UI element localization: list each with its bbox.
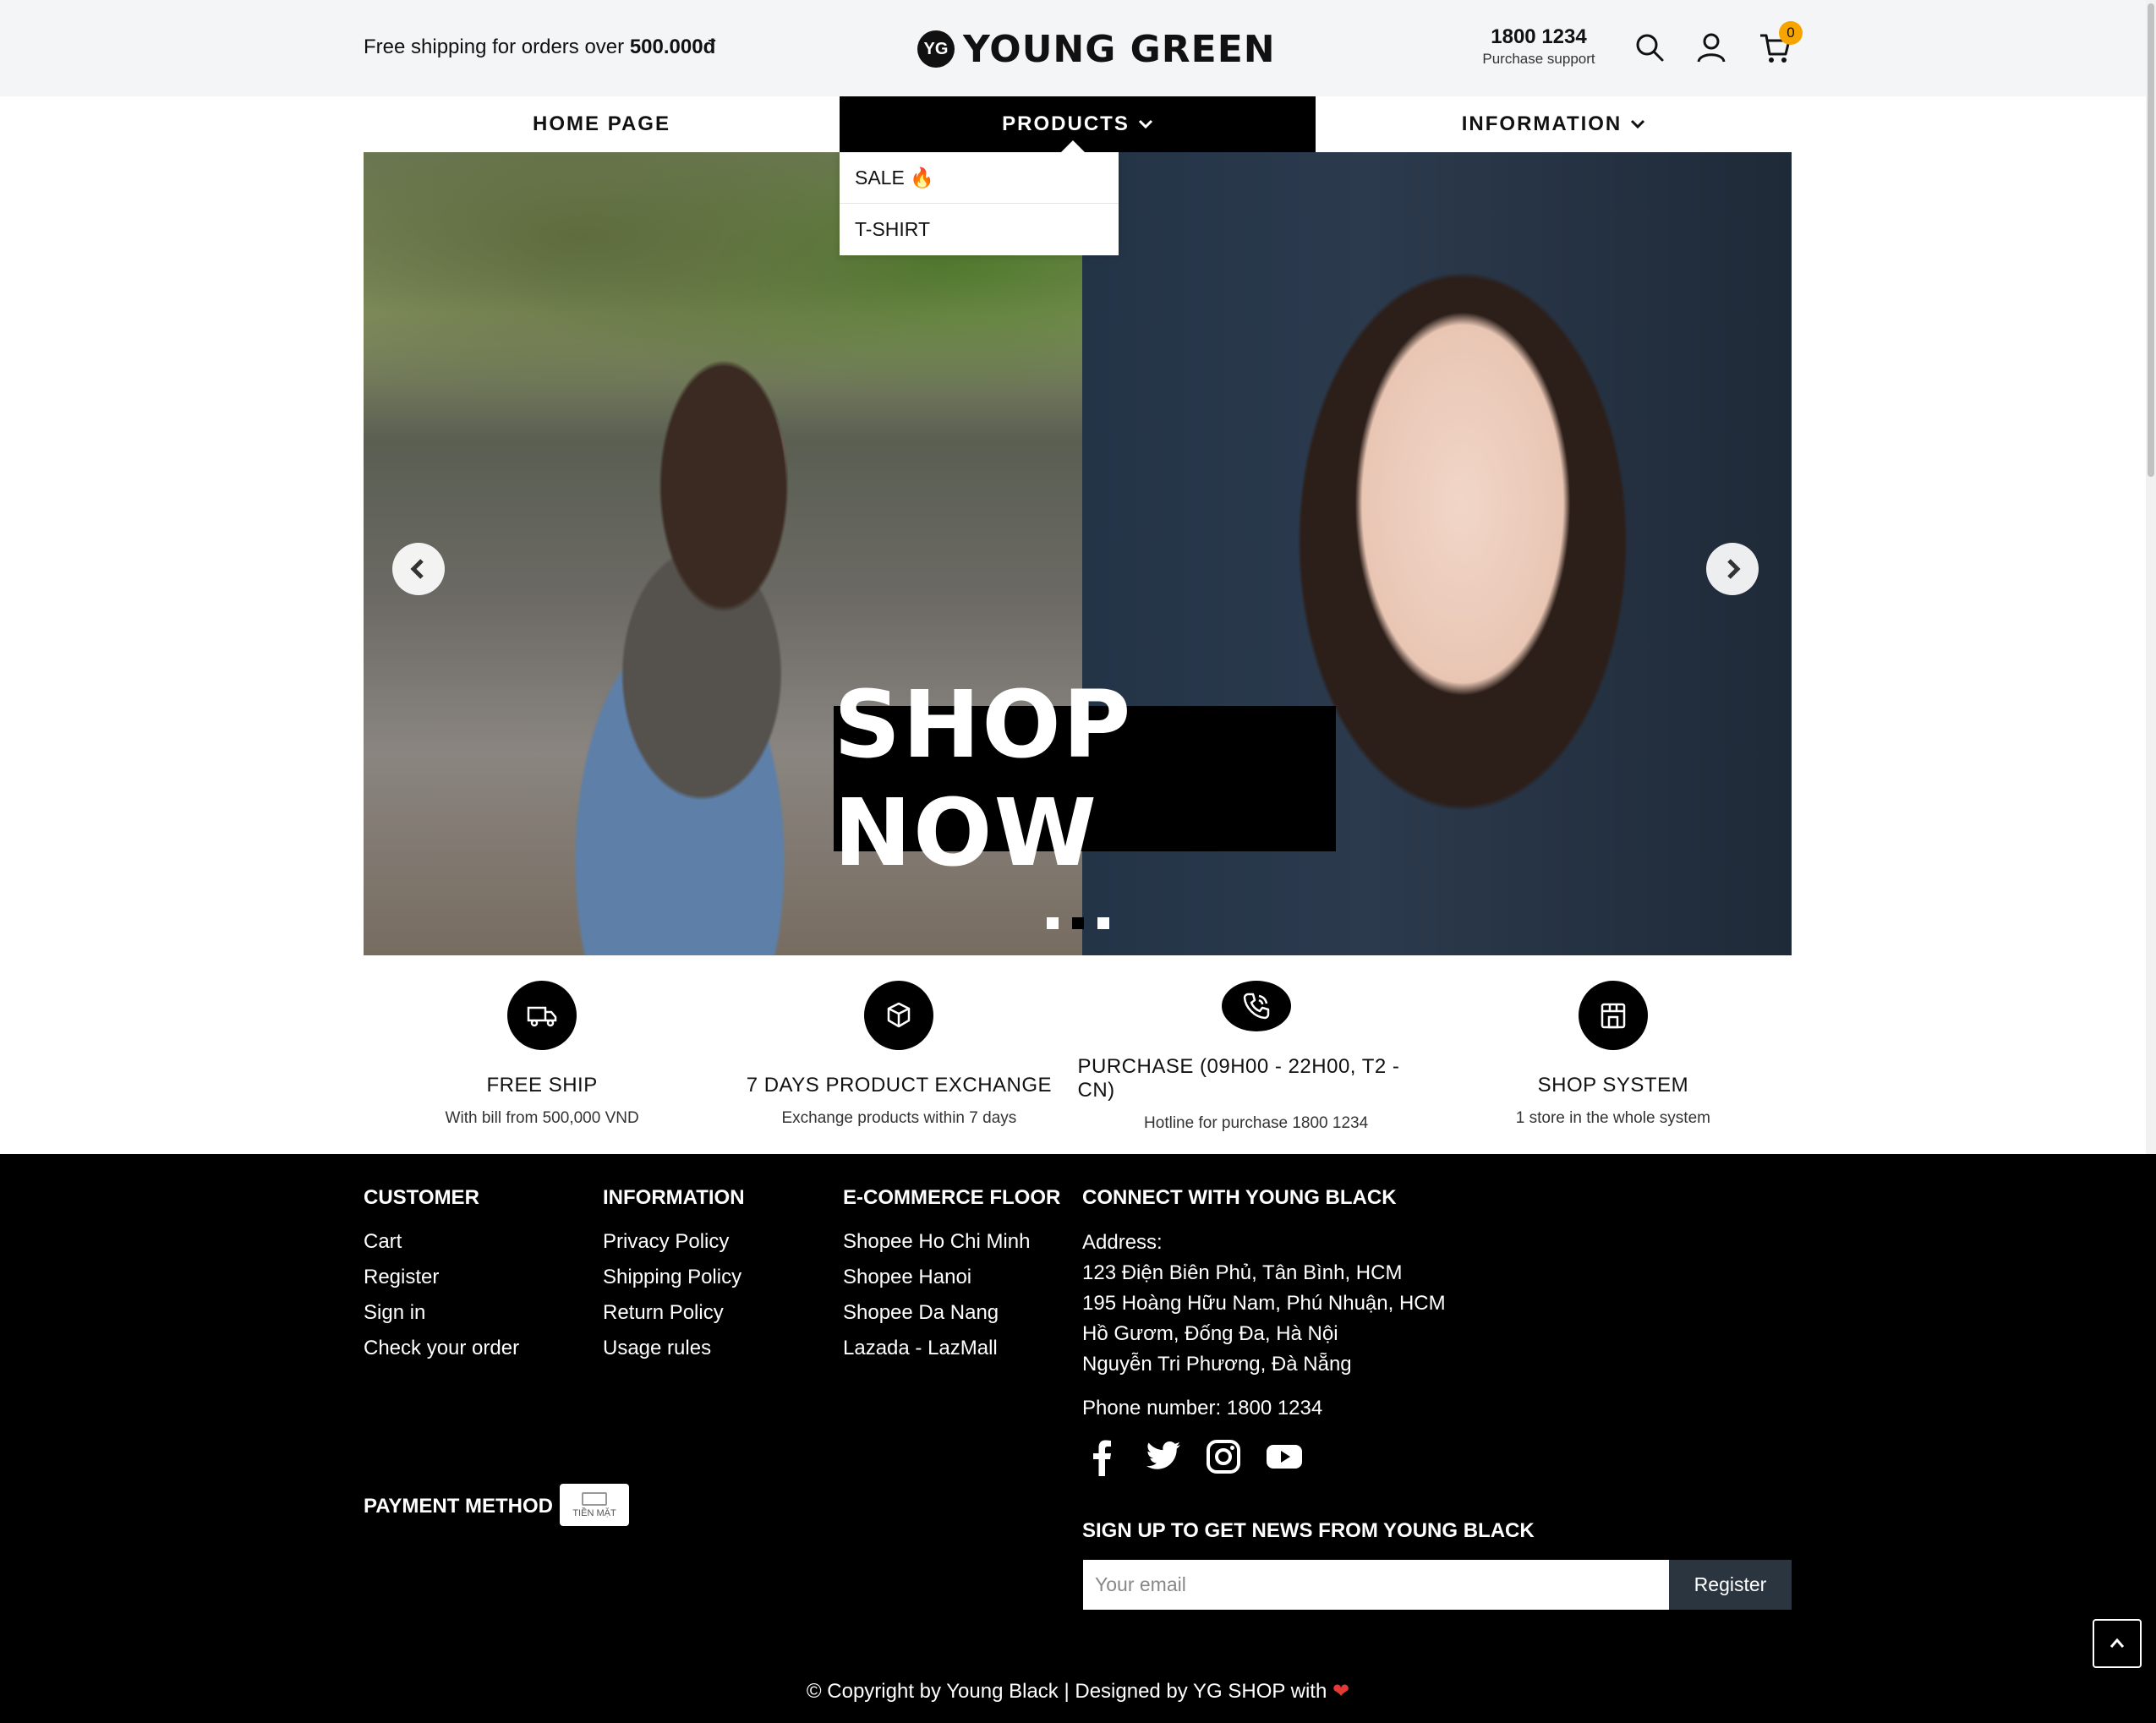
support-phone: 1800 1234 (1491, 25, 1587, 48)
banner-pagination (1047, 917, 1109, 929)
footer-link-sign-in[interactable]: Sign in (364, 1299, 519, 1334)
footer-ecommerce-links: Shopee Ho Chi Minh Shopee Hanoi Shopee D… (843, 1228, 1030, 1370)
footer-link-shopee-hanoi[interactable]: Shopee Hanoi (843, 1263, 1030, 1299)
feature-title: SHOP SYSTEM (1537, 1074, 1689, 1097)
chevron-down-icon (1138, 112, 1153, 136)
feature-title: PURCHASE (09H00 - 22H00, T2 - CN) (1077, 1055, 1400, 1102)
footer-ecommerce-title: E-COMMERCE FLOOR (843, 1186, 1061, 1209)
support-label: Purchase support (1482, 51, 1595, 67)
footer-link-shopee-danang[interactable]: Shopee Da Nang (843, 1299, 1030, 1334)
purchase-support[interactable]: 1800 1234 Purchase support (1471, 25, 1606, 68)
feature-title: FREE SHIP (486, 1074, 598, 1097)
payment-method-label: PAYMENT METHOD (364, 1495, 554, 1518)
footer-connect-title: CONNECT WITH YOUNG BLACK (1082, 1186, 1397, 1209)
phone-call-icon (1221, 981, 1291, 1031)
chevron-right-icon (1727, 559, 1741, 579)
facebook-icon[interactable] (1082, 1437, 1121, 1480)
footer-information-links: Privacy Policy Shipping Policy Return Po… (603, 1228, 741, 1370)
footer-link-shopee-hcm[interactable]: Shopee Ho Chi Minh (843, 1228, 1030, 1263)
feature-subtitle: With bill from 500,000 VND (445, 1109, 639, 1127)
payment-badge-text: TIỀN MẶT (572, 1507, 616, 1518)
nav-home[interactable]: HOME PAGE (364, 96, 840, 152)
social-links (1082, 1437, 1304, 1480)
address-label: Address: (1082, 1231, 1163, 1254)
logo-mark: YG (917, 30, 955, 68)
logo-text: YOUNG GREEN (963, 27, 1276, 71)
banner-dot-active[interactable] (1072, 917, 1084, 929)
copyright-text: © Copyright by Young Black | Designed by… (806, 1680, 1332, 1703)
back-to-top-button[interactable] (2093, 1619, 2142, 1668)
hero-banner[interactable]: SHOP NOW (364, 152, 1792, 955)
feature-shop-system: SHOP SYSTEM 1 store in the whole system (1435, 981, 1792, 1133)
address-line: 195 Hoàng Hữu Nam, Phú Nhuận, HCM (1082, 1292, 1446, 1315)
feature-subtitle: Exchange products within 7 days (781, 1109, 1017, 1127)
feature-subtitle: 1 store in the whole system (1515, 1109, 1710, 1127)
chevron-left-icon (410, 559, 424, 579)
footer-link-lazada[interactable]: Lazada - LazMall (843, 1334, 1030, 1370)
free-shipping-notice: Free shipping for orders over 500.000đ (364, 36, 715, 59)
dropdown-item-sale[interactable]: SALE 🔥 (840, 152, 1119, 204)
nav-home-label: HOME PAGE (533, 112, 670, 135)
free-shipping-text: Free shipping for orders over (364, 36, 630, 58)
banner-next-button[interactable] (1706, 543, 1759, 595)
newsletter-register-button[interactable]: Register (1669, 1560, 1792, 1610)
instagram-icon[interactable] (1204, 1437, 1243, 1480)
nav-information[interactable]: INFORMATION (1316, 96, 1792, 152)
footer-link-cart[interactable]: Cart (364, 1228, 519, 1263)
newsletter-email-input[interactable] (1083, 1560, 1669, 1610)
copyright: © Copyright by Young Black | Designed by… (0, 1679, 2156, 1704)
heart-icon: ❤ (1332, 1680, 1350, 1703)
site-logo[interactable]: YG YOUNG GREEN (917, 25, 1276, 73)
footer-customer-links: Cart Register Sign in Check your order (364, 1228, 519, 1370)
search-icon[interactable] (1633, 30, 1666, 64)
chevron-down-icon (1630, 112, 1645, 136)
footer-link-shipping[interactable]: Shipping Policy (603, 1263, 741, 1299)
page-scrollbar[interactable] (2146, 0, 2156, 1154)
footer-link-usage[interactable]: Usage rules (603, 1334, 741, 1370)
address-line: Hồ Gươm, Đống Đa, Hà Nội (1082, 1322, 1338, 1345)
site-footer (0, 1154, 2156, 1723)
features-strip: FREE SHIP With bill from 500,000 VND 7 D… (364, 981, 1792, 1133)
footer-customer-title: CUSTOMER (364, 1186, 479, 1209)
cash-icon (582, 1491, 607, 1506)
feature-purchase: PURCHASE (09H00 - 22H00, T2 - CN) Hotlin… (1078, 981, 1435, 1133)
youtube-icon[interactable] (1265, 1437, 1304, 1480)
footer-link-return[interactable]: Return Policy (603, 1299, 741, 1334)
feature-exchange: 7 DAYS PRODUCT EXCHANGE Exchange product… (720, 981, 1077, 1133)
banner-dot[interactable] (1047, 917, 1059, 929)
feature-subtitle: Hotline for purchase 1800 1234 (1144, 1114, 1369, 1132)
banner-dot[interactable] (1097, 917, 1109, 929)
nav-products-label: PRODUCTS (1002, 112, 1130, 135)
address-line: 123 Điện Biên Phủ, Tân Bình, HCM (1082, 1261, 1403, 1284)
feature-free-ship: FREE SHIP With bill from 500,000 VND (364, 981, 720, 1133)
twitter-icon[interactable] (1143, 1437, 1182, 1480)
truck-icon (507, 981, 577, 1050)
nav-information-label: INFORMATION (1461, 112, 1622, 135)
feature-title: 7 DAYS PRODUCT EXCHANGE (746, 1074, 1053, 1097)
footer-link-check-order[interactable]: Check your order (364, 1334, 519, 1370)
footer-link-register[interactable]: Register (364, 1263, 519, 1299)
chevron-up-icon (2109, 1638, 2125, 1648)
address-line: Nguyễn Tri Phương, Đà Nẵng (1082, 1353, 1352, 1376)
user-icon[interactable] (1694, 30, 1728, 64)
footer-link-privacy[interactable]: Privacy Policy (603, 1228, 741, 1263)
shop-now-cta[interactable]: SHOP NOW (834, 670, 1336, 887)
dropdown-item-tshirt[interactable]: T-SHIRT (840, 204, 1119, 255)
free-shipping-amount: 500.000đ (629, 36, 716, 58)
footer-phone: Phone number: 1800 1234 (1082, 1397, 1323, 1419)
box-exchange-icon (864, 981, 934, 1050)
newsletter-title: SIGN UP TO GET NEWS FROM YOUNG BLACK (1082, 1519, 1535, 1542)
cash-payment-badge: TIỀN MẶT (560, 1484, 629, 1526)
store-icon (1578, 981, 1648, 1050)
footer-information-title: INFORMATION (603, 1186, 745, 1209)
banner-prev-button[interactable] (392, 543, 445, 595)
products-dropdown: SALE 🔥 T-SHIRT (840, 140, 1119, 255)
footer-addresses: Address: 123 Điện Biên Phủ, Tân Bình, HC… (1082, 1228, 1446, 1380)
cart-count-badge: 0 (1779, 21, 1803, 45)
